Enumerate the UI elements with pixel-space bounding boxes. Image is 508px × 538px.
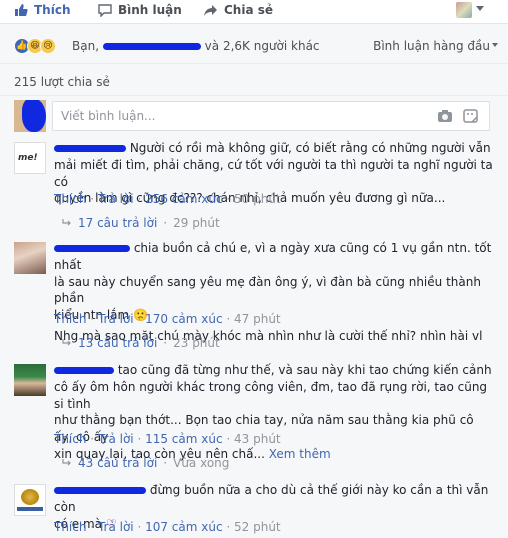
camera-icon[interactable] — [437, 109, 453, 123]
comment-reply-link[interactable]: Trả lời — [98, 192, 134, 206]
post-action-bar: Thích Bình luận Chia sẻ — [0, 0, 508, 24]
chevron-down-icon[interactable] — [492, 43, 498, 47]
comment-line: tao cũng đã từng như thế, và sau này khi… — [117, 363, 492, 377]
comment-time: 52 phút — [234, 520, 281, 534]
replies-time: Vừa xong — [173, 456, 230, 470]
commenter-avatar[interactable] — [14, 364, 46, 396]
comment-line: là sau này chuyển sang yêu mẹ đàn ông ý,… — [54, 274, 481, 306]
comment-time: 50 phút — [234, 192, 281, 206]
comment-reply-link[interactable]: Trả lời — [98, 312, 134, 326]
see-more-link[interactable]: Xem thêm — [269, 447, 331, 461]
view-replies-link[interactable]: 43 câu trả lời · Vừa xong — [62, 456, 229, 470]
share-icon — [204, 4, 217, 16]
comment-line: Người có rồi mà không giữ, có biết rằng … — [129, 141, 491, 155]
replies-time: 23 phút — [173, 336, 220, 350]
thumbs-up-icon — [15, 4, 28, 16]
reply-arrow-icon — [62, 339, 71, 346]
comment-reply-link[interactable]: Trả lời — [98, 432, 134, 446]
replies-count: 43 câu trả lời — [78, 456, 158, 470]
comment-item: đừng buồn nữa a cho dù cả thế giới này k… — [0, 476, 508, 538]
reactions-summary-suffix: và 2,6K người khác — [204, 39, 320, 53]
comment-sort-dropdown[interactable]: Bình luận hàng đầu — [373, 39, 490, 53]
redacted-name[interactable] — [54, 145, 126, 152]
commenter-avatar[interactable]: me! — [14, 142, 46, 174]
shares-bar: 215 lượt chia sẻ — [0, 64, 508, 96]
shares-count[interactable]: 215 lượt chia sẻ — [14, 75, 110, 89]
comment-like-link[interactable]: Thích — [54, 192, 86, 206]
comment-meta: Thích · Trả lời · 115 cảm xúc · 43 phút — [54, 432, 281, 446]
replies-time: 29 phút — [173, 216, 220, 230]
view-replies-link[interactable]: 17 câu trả lời · 29 phút — [62, 216, 220, 230]
comment-reactions[interactable]: 115 cảm xúc — [145, 432, 222, 446]
replies-count: 17 câu trả lời — [78, 216, 158, 230]
comment-body: tao cũng đã từng như thế, và sau này khi… — [54, 362, 494, 463]
reaction-icons[interactable]: 👍 😆 😢 — [14, 38, 56, 54]
commenter-avatar[interactable] — [14, 484, 46, 516]
comment-input-box[interactable] — [52, 101, 490, 131]
comment-item: tao cũng đã từng như thế, và sau này khi… — [0, 356, 508, 476]
comment-time: 47 phút — [234, 312, 281, 326]
share-label: Chia sẻ — [224, 3, 274, 17]
comment-body: chia buồn cả chú e, vì a ngày xưa cũng c… — [54, 240, 494, 345]
comment-reactions[interactable]: 170 cảm xúc — [145, 312, 222, 326]
comment-line: cô ấy ôm hôn người khác trong công viên,… — [54, 379, 488, 411]
comment-like-link[interactable]: Thích — [54, 520, 86, 534]
view-replies-link[interactable]: 13 câu trả lời · 23 phút — [62, 336, 220, 350]
comment-item: me! Người có rồi mà không giữ, có biết r… — [0, 138, 508, 238]
reply-arrow-icon — [62, 219, 71, 226]
redacted-name[interactable] — [54, 245, 130, 252]
reactions-summary[interactable]: Bạn, và 2,6K người khác — [72, 39, 320, 53]
redacted-name[interactable] — [54, 367, 114, 374]
comment-meta: Thích · Trả lời · 107 cảm xúc · 52 phút — [54, 520, 281, 534]
commenter-avatar[interactable] — [14, 242, 46, 274]
replies-count: 13 câu trả lời — [78, 336, 158, 350]
comment-composer — [0, 96, 508, 138]
share-button[interactable]: Chia sẻ — [203, 3, 273, 17]
comment-meta: Thích · Trả lời · 170 cảm xúc · 47 phút — [54, 312, 281, 326]
sad-icon: 😢 — [40, 38, 56, 54]
reactions-bar: 👍 😆 😢 Bạn, và 2,6K người khác Bình luận … — [0, 24, 508, 64]
like-label: Thích — [34, 3, 71, 17]
sticker-icon[interactable] — [463, 109, 479, 123]
comment-time: 43 phút — [234, 432, 281, 446]
comment-reactions[interactable]: 107 cảm xúc — [145, 520, 222, 534]
comment-like-link[interactable]: Thích — [54, 432, 86, 446]
redacted-name — [102, 43, 201, 50]
actor-chevron-down-icon[interactable] — [476, 6, 484, 11]
comment-reply-link[interactable]: Trả lời — [98, 520, 134, 534]
comment-like-link[interactable]: Thích — [54, 312, 86, 326]
comment-meta: Thích · Trả lời · 256 cảm xúc · 50 phút — [54, 192, 281, 206]
comment-reactions[interactable]: 256 cảm xúc — [145, 192, 222, 206]
reactions-summary-prefix: Bạn, — [72, 39, 100, 53]
reply-arrow-icon — [62, 459, 71, 466]
comment-button[interactable]: Bình luận — [98, 3, 182, 17]
redacted-name[interactable] — [54, 487, 146, 494]
user-avatar — [14, 100, 46, 132]
comment-icon — [98, 3, 112, 17]
comment-line: mải miết đi tìm, phải chăng, cứ tốt với … — [54, 157, 493, 189]
comment-label: Bình luận — [118, 3, 182, 17]
comment-item: chia buồn cả chú e, vì a ngày xưa cũng c… — [0, 238, 508, 356]
like-button[interactable]: Thích — [14, 3, 71, 17]
comment-input[interactable] — [53, 102, 383, 130]
actor-avatar[interactable] — [456, 2, 472, 18]
